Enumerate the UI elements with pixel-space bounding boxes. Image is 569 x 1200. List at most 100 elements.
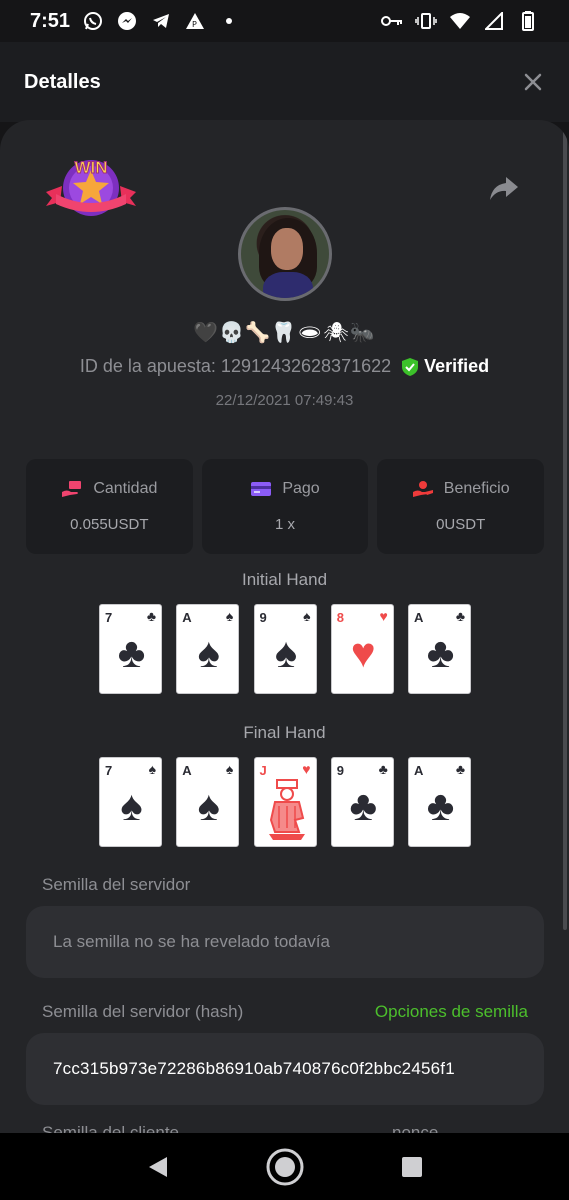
card-suit-icon: ♣ xyxy=(117,629,146,676)
avatar xyxy=(238,207,332,301)
details-header: Detalles xyxy=(0,42,569,122)
card-rank: A xyxy=(182,763,192,778)
whatsapp-icon xyxy=(82,10,104,32)
home-circle-icon xyxy=(266,1148,303,1185)
server-seed-field[interactable]: La semilla no se ha revelado todavía xyxy=(26,906,544,978)
server-hash-field[interactable]: 7cc315b973e72286b86910ab740876c0f2bbc245… xyxy=(26,1033,544,1105)
more-dot-icon xyxy=(218,10,240,32)
vibrate-icon xyxy=(415,10,437,32)
app-notification-icon: P xyxy=(184,10,206,32)
card-suit-icon: ♥ xyxy=(379,608,388,624)
stat-value: 0USDT xyxy=(436,516,486,533)
card-rank: 9 xyxy=(259,610,267,625)
wifi-icon xyxy=(449,10,471,32)
card-suit-icon: ♠ xyxy=(148,761,156,777)
stat-label: Cantidad xyxy=(93,480,158,497)
playing-card: A ♠ ♠ xyxy=(176,604,240,694)
signal-icon xyxy=(483,10,505,32)
playing-card: A ♣ ♣ xyxy=(408,604,471,694)
share-button[interactable] xyxy=(488,175,520,203)
recents-square-icon xyxy=(401,1156,422,1177)
messenger-icon xyxy=(116,10,138,32)
card-rank: 9 xyxy=(336,763,344,778)
page-title: Detalles xyxy=(24,70,101,93)
card-suit-icon: ♠ xyxy=(225,761,234,777)
verified-badge: Verified xyxy=(401,356,489,377)
card-suit-icon: ♠ xyxy=(225,608,234,624)
win-badge-text: WIN xyxy=(74,158,107,177)
profit-hand-icon xyxy=(412,481,433,497)
verified-label: Verified xyxy=(424,356,490,376)
svg-text:P: P xyxy=(192,20,197,29)
jack-figure-icon xyxy=(268,779,305,840)
card-suit-icon: ♣ xyxy=(146,608,156,624)
card-rank: A xyxy=(414,763,424,778)
notification-icons: P xyxy=(82,10,240,32)
card-suit-icon: ♠ xyxy=(303,608,311,624)
card-rank: 8 xyxy=(336,610,344,625)
recents-button[interactable] xyxy=(392,1147,432,1187)
playing-card: J ♥ xyxy=(253,757,317,847)
stat-value: 1 x xyxy=(275,516,296,533)
server-hash-value: 7cc315b973e72286b86910ab740876c0f2bbc245… xyxy=(53,1059,455,1078)
shield-check-icon xyxy=(402,357,419,376)
username: 🖤💀🦴🦷🕳🕷🐜 xyxy=(193,322,376,344)
card-rank: 7 xyxy=(105,763,113,778)
initial-hand: 7 ♣ ♣ A ♠ ♠ 9 ♠ ♠ 8 ♥ ♥ A ♣ ♣ xyxy=(99,604,471,694)
stat-label: Pago xyxy=(282,480,320,497)
telegram-icon xyxy=(150,10,172,32)
card-rank: A xyxy=(182,610,192,625)
card-suit-icon: ♠ xyxy=(197,629,220,676)
card-suit-icon: ♥ xyxy=(350,629,376,676)
back-triangle-icon xyxy=(148,1156,167,1177)
final-hand: 7 ♠ ♠ A ♠ ♠ J ♥ 9 ♣ ♣ A ♣ ♣ xyxy=(99,757,471,847)
stat-value: 0.055USDT xyxy=(70,516,149,533)
seed-options-link[interactable]: Opciones de semilla xyxy=(375,1002,528,1022)
bet-id: ID de la apuesta: 12912432628371622 xyxy=(79,356,392,376)
card-suit-icon: ♣ xyxy=(426,629,455,676)
card-rank: 7 xyxy=(105,610,113,625)
bet-id-row: ID de la apuesta: 12912432628371622 Veri… xyxy=(0,356,569,377)
system-icons xyxy=(381,10,539,32)
status-time: 7:51 xyxy=(30,9,71,32)
final-hand-title: Final Hand xyxy=(243,723,326,742)
card-suit-icon: ♥ xyxy=(302,761,311,777)
server-seed-label: Semilla del servidor xyxy=(42,875,191,894)
stat-card-profit: Beneficio 0USDT xyxy=(377,459,545,554)
bet-details-sheet: WIN 🖤💀🦴🦷🕳🕷🐜 ID de la apuesta: 1291243262… xyxy=(0,120,569,1135)
initial-hand-title: Initial Hand xyxy=(241,570,328,589)
bet-date: 22/12/2021 07:49:43 xyxy=(215,392,354,409)
card-icon xyxy=(251,482,272,496)
stat-label: Beneficio xyxy=(443,480,510,497)
card-suit-icon: ♠ xyxy=(120,782,143,829)
key-icon xyxy=(381,10,403,32)
share-icon xyxy=(490,177,518,200)
stat-card-payout: Pago 1 x xyxy=(201,459,369,554)
money-hand-icon xyxy=(62,481,82,497)
playing-card: A ♣ ♣ xyxy=(408,757,471,847)
server-seed-value: La semilla no se ha revelado todavía xyxy=(53,932,330,951)
battery-icon xyxy=(517,10,539,32)
scrollbar[interactable] xyxy=(563,120,567,930)
server-hash-label: Semilla del servidor (hash) xyxy=(42,1002,244,1021)
card-suit-icon: ♣ xyxy=(455,608,465,624)
home-button[interactable] xyxy=(265,1147,305,1187)
playing-card: A ♠ ♠ xyxy=(176,757,240,847)
playing-card: 9 ♠ ♠ xyxy=(253,604,317,694)
playing-card: 9 ♣ ♣ xyxy=(330,757,394,847)
stat-card-amount: Cantidad 0.055USDT xyxy=(26,459,193,554)
card-suit-icon: ♠ xyxy=(197,782,220,829)
card-suit-icon: ♣ xyxy=(455,761,465,777)
close-icon xyxy=(524,73,542,91)
card-rank: A xyxy=(414,610,424,625)
playing-card: 7 ♣ ♣ xyxy=(99,604,162,694)
win-badge-icon: WIN xyxy=(46,158,136,216)
playing-card: 8 ♥ ♥ xyxy=(330,604,394,694)
back-button[interactable] xyxy=(138,1147,178,1187)
navigation-bar xyxy=(0,1133,569,1200)
close-button[interactable] xyxy=(521,70,545,94)
card-suit-icon: ♣ xyxy=(426,782,455,829)
card-suit-icon: ♠ xyxy=(274,629,298,676)
card-suit-icon: ♣ xyxy=(378,761,388,777)
card-suit-icon: ♣ xyxy=(349,782,378,829)
